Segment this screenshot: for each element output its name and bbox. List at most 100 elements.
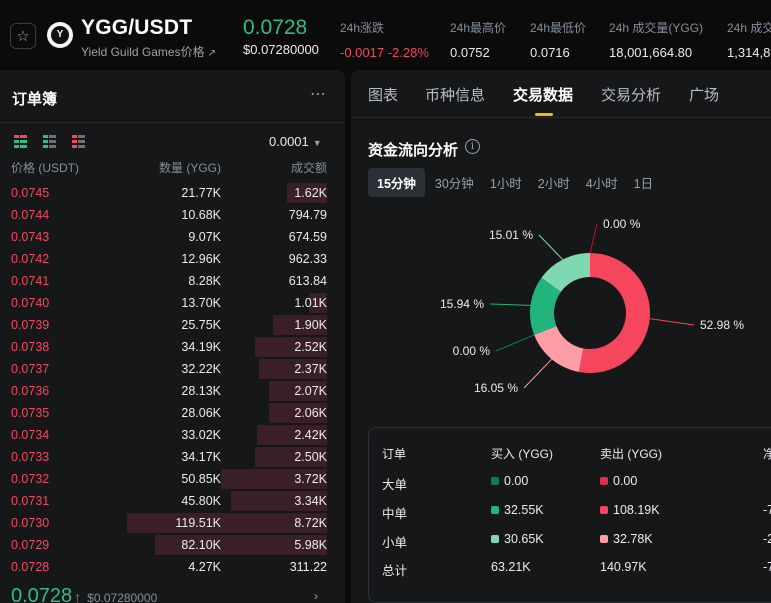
ask-row[interactable]: 0.0730 119.51K 8.72K (0, 512, 345, 534)
ask-row[interactable]: 0.0732 50.85K 3.72K (0, 468, 345, 490)
ask-qty: 119.51K (175, 516, 221, 530)
ask-row[interactable]: 0.0737 32.22K 2.37K (0, 358, 345, 380)
orderbook-view-toggle (14, 135, 85, 148)
donut-slice-label: 15.01 % (489, 228, 533, 242)
orderbook-last-price[interactable]: 0.0728 ↑ $0.07280000 › (11, 585, 318, 603)
ask-row[interactable]: 0.0739 25.75K 1.90K (0, 314, 345, 336)
interval-30m[interactable]: 30分钟 (429, 168, 480, 197)
row-medium-buy-value: 32.55K (504, 503, 544, 517)
ask-total: 674.59 (288, 230, 327, 244)
stat-value: 0.0752 (450, 45, 490, 60)
row-small-sell: 32.78K (600, 532, 653, 546)
row-large-label: 大单 (382, 474, 407, 493)
ask-row[interactable]: 0.0738 34.19K 2.52K (0, 336, 345, 358)
ask-qty: 34.17K (181, 450, 221, 464)
row-large-sell-value: 0.00 (613, 474, 638, 488)
row-small-net-value: -2 (763, 532, 771, 546)
pair-symbol[interactable]: YGG/USDT (81, 16, 192, 40)
ask-row[interactable]: 0.0740 13.70K 1.01K (0, 292, 345, 314)
interval-1d[interactable]: 1日 (628, 168, 659, 197)
table-header-net: 净 (763, 447, 771, 461)
tab-coin-info[interactable]: 币种信息 (425, 84, 485, 105)
ask-row[interactable]: 0.0733 34.17K 2.50K (0, 446, 345, 468)
fund-flow-table: 订单 买入 (YGG) 卖出 (YGG) 净 大单 0.00 0.00 中单 32.55… (368, 427, 771, 603)
favorite-star-icon[interactable]: ☆ (10, 23, 36, 49)
ask-row[interactable]: 0.0735 28.06K 2.06K (0, 402, 345, 424)
ask-price: 0.0736 (11, 384, 50, 398)
col-header-price: 价格 (USDT) (11, 161, 79, 175)
ask-qty: 32.22K (181, 362, 221, 376)
info-icon[interactable]: i (465, 139, 480, 154)
ask-price: 0.0740 (11, 296, 50, 310)
view-bids-icon[interactable] (43, 135, 56, 148)
row-medium-label-value: 中单 (382, 507, 408, 521)
interval-2h[interactable]: 2小时 (532, 168, 576, 197)
row-large-buy: 0.00 (491, 474, 528, 488)
ask-price: 0.0741 (11, 274, 50, 288)
ask-row[interactable]: 0.0731 45.80K 3.34K (0, 490, 345, 512)
interval-1h[interactable]: 1小时 (484, 168, 528, 197)
ask-qty: 8.28K (188, 274, 221, 288)
row-small-sell-value: 32.78K (613, 532, 653, 546)
ask-row[interactable]: 0.0736 28.13K 2.07K (0, 380, 345, 402)
ask-total: 311.22 (289, 560, 327, 574)
view-asks-icon[interactable] (72, 135, 85, 148)
ask-row[interactable]: 0.0734 33.02K 2.42K (0, 424, 345, 446)
ask-qty: 4.27K (188, 560, 221, 574)
tab-chart[interactable]: 图表 (368, 84, 398, 105)
col-header-total: 成交额 (290, 161, 327, 175)
ask-price: 0.0745 (11, 186, 50, 200)
ask-price: 0.0739 (11, 318, 50, 332)
row-total-label: 总计 (382, 560, 407, 579)
view-both-icon[interactable] (14, 135, 27, 148)
stat-24h-low: 24h最低价 0.0716 (530, 19, 586, 60)
table-header-sell: 卖出 (YGG) (600, 447, 662, 461)
row-total-buy: 63.21K (491, 560, 531, 574)
legend-dot-icon (600, 535, 608, 543)
tab-square[interactable]: 广场 (689, 84, 719, 105)
row-small-label: 小单 (382, 532, 407, 551)
precision-select[interactable]: 0.0001 ▼ (269, 134, 322, 149)
tab-trading-data[interactable]: 交易数据 (513, 84, 573, 105)
ask-row[interactable]: 0.0742 12.96K 962.33 (0, 248, 345, 270)
row-medium-sell: 108.19K (600, 503, 660, 517)
ask-row[interactable]: 0.0744 10.68K 794.79 (0, 204, 345, 226)
tab-trading-analysis[interactable]: 交易分析 (601, 84, 661, 105)
more-horizontal-icon[interactable]: ⋯ (310, 84, 327, 104)
donut-slice-label: 16.05 % (474, 381, 518, 395)
ask-price: 0.0742 (11, 252, 50, 266)
interval-15m[interactable]: 15分钟 (368, 168, 425, 197)
ticker-header: ☆ Y YGG/USDT Yield Guild Games价格 ↗ 0.0728… (0, 0, 771, 68)
donut-slice[interactable] (534, 326, 584, 372)
ask-rows: 0.0745 21.77K 1.62K 0.0744 10.68K 794.79 0.074… (0, 182, 345, 578)
stat-label: 24h涨跌 (340, 21, 385, 35)
ask-total: 1.90K (294, 318, 327, 332)
stat-value: 18,001,664.80 (609, 45, 693, 60)
ask-total: 2.50K (294, 450, 327, 464)
ask-row[interactable]: 0.0729 82.10K 5.98K (0, 534, 345, 556)
chevron-right-icon[interactable]: › (314, 589, 318, 603)
ask-price: 0.0729 (11, 538, 50, 552)
ask-row[interactable]: 0.0745 21.77K 1.62K (0, 182, 345, 204)
stat-label: 24h最低价 (530, 21, 587, 35)
row-medium-sell-value: 108.19K (613, 503, 660, 517)
row-small-net: -2 (763, 532, 771, 546)
interval-4h[interactable]: 4小时 (580, 168, 624, 197)
ask-qty: 25.75K (181, 318, 221, 332)
legend-dot-icon (491, 506, 499, 514)
table-header-buy: 买入 (YGG) (491, 447, 553, 461)
ask-row[interactable]: 0.0743 9.07K 674.59 (0, 226, 345, 248)
pair-full-name-link[interactable]: Yield Guild Games价格 ↗ (81, 43, 216, 60)
stat-24h-change: 24h涨跌 -0.0017 -2.28% (340, 19, 429, 60)
row-large-sell: 0.00 (600, 474, 637, 488)
ask-row[interactable]: 0.0728 4.27K 311.22 (0, 556, 345, 578)
ask-price: 0.0743 (11, 230, 50, 244)
ask-total: 8.72K (294, 516, 327, 530)
donut-leader-line (589, 223, 598, 254)
legend-dot-icon (600, 477, 608, 485)
ask-price: 0.0731 (11, 494, 50, 508)
ask-row[interactable]: 0.0741 8.28K 613.84 (0, 270, 345, 292)
ask-qty: 12.96K (181, 252, 221, 266)
donut-slice-label: 15.94 % (440, 297, 484, 311)
row-total-buy-value: 63.21K (491, 560, 531, 574)
